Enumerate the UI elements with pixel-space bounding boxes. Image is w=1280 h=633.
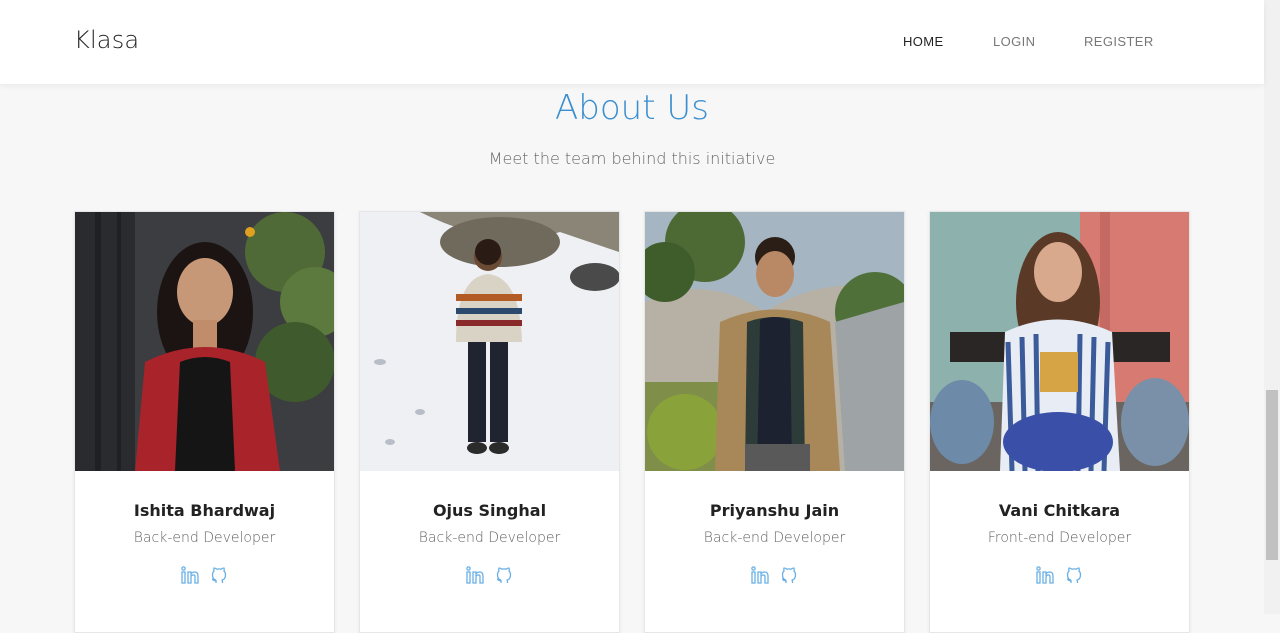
- social-links: [930, 565, 1189, 585]
- nav-login-link[interactable]: LOGIN: [993, 34, 1035, 49]
- social-links: [645, 565, 904, 585]
- linkedin-icon[interactable]: [1035, 565, 1055, 585]
- member-name: Ojus Singhal: [432, 501, 547, 520]
- member-photo: [645, 212, 904, 471]
- team-card: Vani Chitkara Front-end Developer: [929, 211, 1190, 633]
- nav-register-link[interactable]: REGISTER: [1084, 34, 1154, 49]
- section-subtitle: Meet the team behind this initiative: [488, 149, 776, 168]
- member-role: Back-end Developer: [703, 530, 846, 546]
- social-links: [75, 565, 334, 585]
- member-photo: [75, 212, 334, 471]
- section-title: About Us: [555, 88, 709, 128]
- team-card: Ojus Singhal Back-end Developer: [359, 211, 620, 633]
- github-icon[interactable]: [1064, 565, 1084, 585]
- team-card: Ishita Bhardwaj Back-end Developer: [74, 211, 335, 633]
- member-photo: [930, 212, 1189, 471]
- github-icon[interactable]: [494, 565, 514, 585]
- member-role: Back-end Developer: [418, 530, 561, 546]
- top-navbar: Klasa HOME LOGIN REGISTER: [0, 0, 1264, 84]
- linkedin-icon[interactable]: [180, 565, 200, 585]
- team-card: Priyanshu Jain Back-end Developer: [644, 211, 905, 633]
- member-name: Ishita Bhardwaj: [133, 501, 276, 520]
- nav-links: HOME LOGIN REGISTER: [0, 34, 1264, 54]
- linkedin-icon[interactable]: [750, 565, 770, 585]
- nav-home-link[interactable]: HOME: [903, 34, 944, 49]
- member-name: Priyanshu Jain: [709, 501, 840, 520]
- github-icon[interactable]: [779, 565, 799, 585]
- social-links: [360, 565, 619, 585]
- github-icon[interactable]: [209, 565, 229, 585]
- member-name: Vani Chitkara: [998, 501, 1121, 520]
- member-photo: [360, 212, 619, 471]
- member-role: Back-end Developer: [133, 530, 276, 546]
- member-role: Front-end Developer: [987, 530, 1132, 546]
- linkedin-icon[interactable]: [465, 565, 485, 585]
- scrollbar-thumb[interactable]: [1266, 390, 1278, 560]
